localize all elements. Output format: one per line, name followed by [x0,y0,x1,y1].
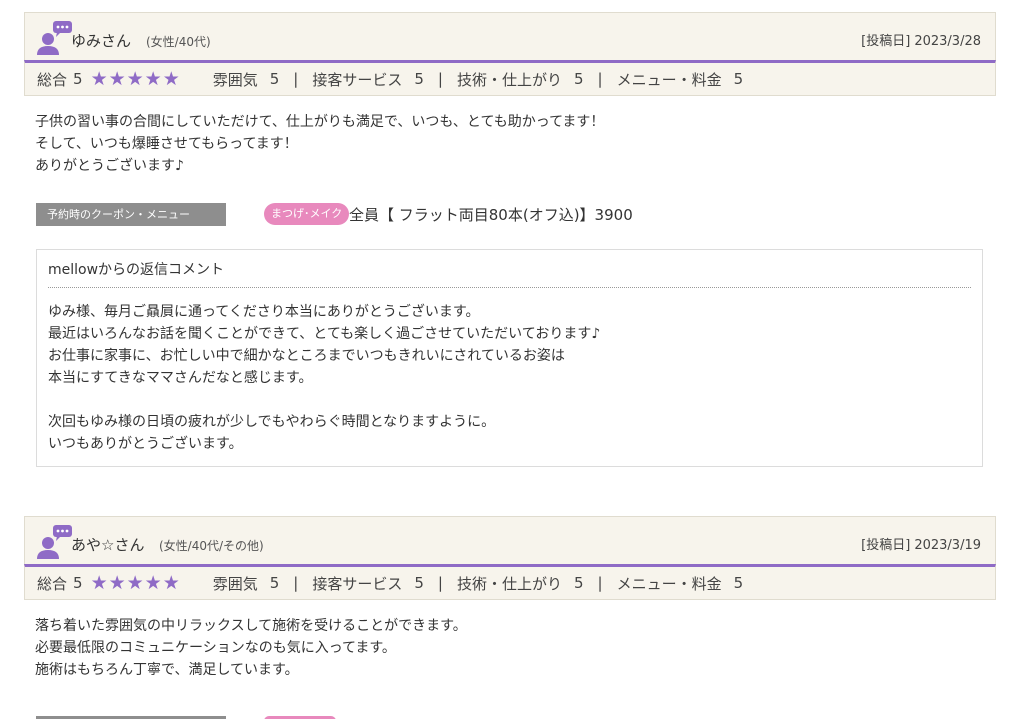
overall-rating: 総合 5 ★★★★★ [37,69,181,90]
overall-label: 総合 [37,70,68,89]
score-menu-price: メニュー・料金 5 [617,69,744,90]
score-value: 5 [574,574,584,592]
score-value: 5 [269,70,280,88]
score-separator: | [293,70,299,88]
score-value: 5 [733,70,744,88]
score-separator: | [293,574,299,592]
overall-score: 5 [73,574,83,592]
reviewer-name: あや☆さん [71,536,145,554]
score-service: 接客サービス 5 [312,573,424,594]
score-label: 接客サービス [312,70,403,89]
review-body: 子供の習い事の合間にしていただけて、仕上がりも満足で、いつも、とても助かってます… [35,114,605,174]
score-label: 雰囲気 [212,70,258,89]
reviewer-name: ゆみさん [71,32,132,50]
score-separator: | [597,70,603,88]
score-bar: 総合 5 ★★★★★ 雰囲気 5 | 接客サービス 5 | 技術・仕上がり 5 [24,564,996,600]
score-technique: 技術・仕上がり 5 [457,573,584,594]
overall-rating: 総合 5 ★★★★★ [37,573,181,594]
review-header: ゆみさん (女性/40代) [投稿日] 2023/3/28 [24,12,996,60]
post-date-label: [投稿日] [861,538,911,553]
score-service: 接客サービス 5 [312,69,424,90]
score-separator: | [437,70,443,88]
score-value: 5 [414,574,424,592]
score-atmosphere: 雰囲気 5 [213,573,280,594]
score-label: 雰囲気 [212,574,258,593]
rating-stars: ★★★★★ [90,571,181,594]
coupon-label: 予約時のクーポン・メニュー [36,203,226,226]
post-date: [投稿日] 2023/3/19 [861,534,981,553]
score-value: 5 [733,574,744,592]
score-value: 5 [414,70,424,88]
overall-label: 総合 [37,574,68,593]
overall-score: 5 [73,70,83,88]
review-card: ゆみさん (女性/40代) [投稿日] 2023/3/28 総合 5 ★★★★★ … [24,12,996,467]
reviewer-avatar-icon [37,525,72,559]
reply-title: mellowからの返信コメント [48,250,971,288]
score-label: 技術・仕上がり [456,574,562,593]
coupon-row: 予約時のクーポン・メニュー まつげ･メイク 全員【 フラット両目80本(オフ込)… [36,203,996,227]
score-value: 5 [269,574,280,592]
score-label: メニュー・料金 [616,70,722,89]
reviewer-attributes: (女性/40代) [146,35,211,49]
score-breakdown: 雰囲気 5 | 接客サービス 5 | 技術・仕上がり 5 | メニュー・料金 5 [213,573,743,594]
score-value: 5 [574,70,584,88]
post-date-label: [投稿日] [861,34,911,49]
score-label: 技術・仕上がり [456,70,562,89]
coupon-category-tag: まつげ･メイク [264,203,350,225]
score-breakdown: 雰囲気 5 | 接客サービス 5 | 技術・仕上がり 5 | メニュー・料金 5 [213,69,743,90]
review-list: ゆみさん (女性/40代) [投稿日] 2023/3/28 総合 5 ★★★★★ … [0,0,1024,719]
review-header: あや☆さん (女性/40代/その他) [投稿日] 2023/3/19 [24,516,996,564]
post-date: [投稿日] 2023/3/28 [861,30,981,49]
score-technique: 技術・仕上がり 5 [457,69,584,90]
reply-body: ゆみ様、毎月ご贔屓に通ってくださり本当にありがとうございます。 最近はいろんなお… [48,304,601,452]
score-label: 接客サービス [312,574,403,593]
post-date-value: 2023/3/28 [914,34,981,49]
review-card: あや☆さん (女性/40代/その他) [投稿日] 2023/3/19 総合 5 ★… [24,516,996,681]
rating-stars: ★★★★★ [90,67,181,90]
review-body: 落ち着いた雰囲気の中リラックスして施術を受けることができます。 必要最低限のコミ… [35,618,467,678]
score-atmosphere: 雰囲気 5 [213,69,280,90]
score-menu-price: メニュー・料金 5 [617,573,744,594]
score-separator: | [437,574,443,592]
reply-comment-box: mellowからの返信コメント ゆみ様、毎月ご贔屓に通ってくださり本当にありがと… [36,249,983,467]
score-bar: 総合 5 ★★★★★ 雰囲気 5 | 接客サービス 5 | 技術・仕上がり 5 [24,60,996,96]
score-label: メニュー・料金 [616,574,722,593]
score-separator: | [597,574,603,592]
reviewer-attributes: (女性/40代/その他) [159,539,264,553]
coupon-name[interactable]: 全員【 フラット両目80本(オフ込)】3900 [349,204,633,225]
post-date-value: 2023/3/19 [914,538,981,553]
reviewer-avatar-icon [37,21,72,55]
